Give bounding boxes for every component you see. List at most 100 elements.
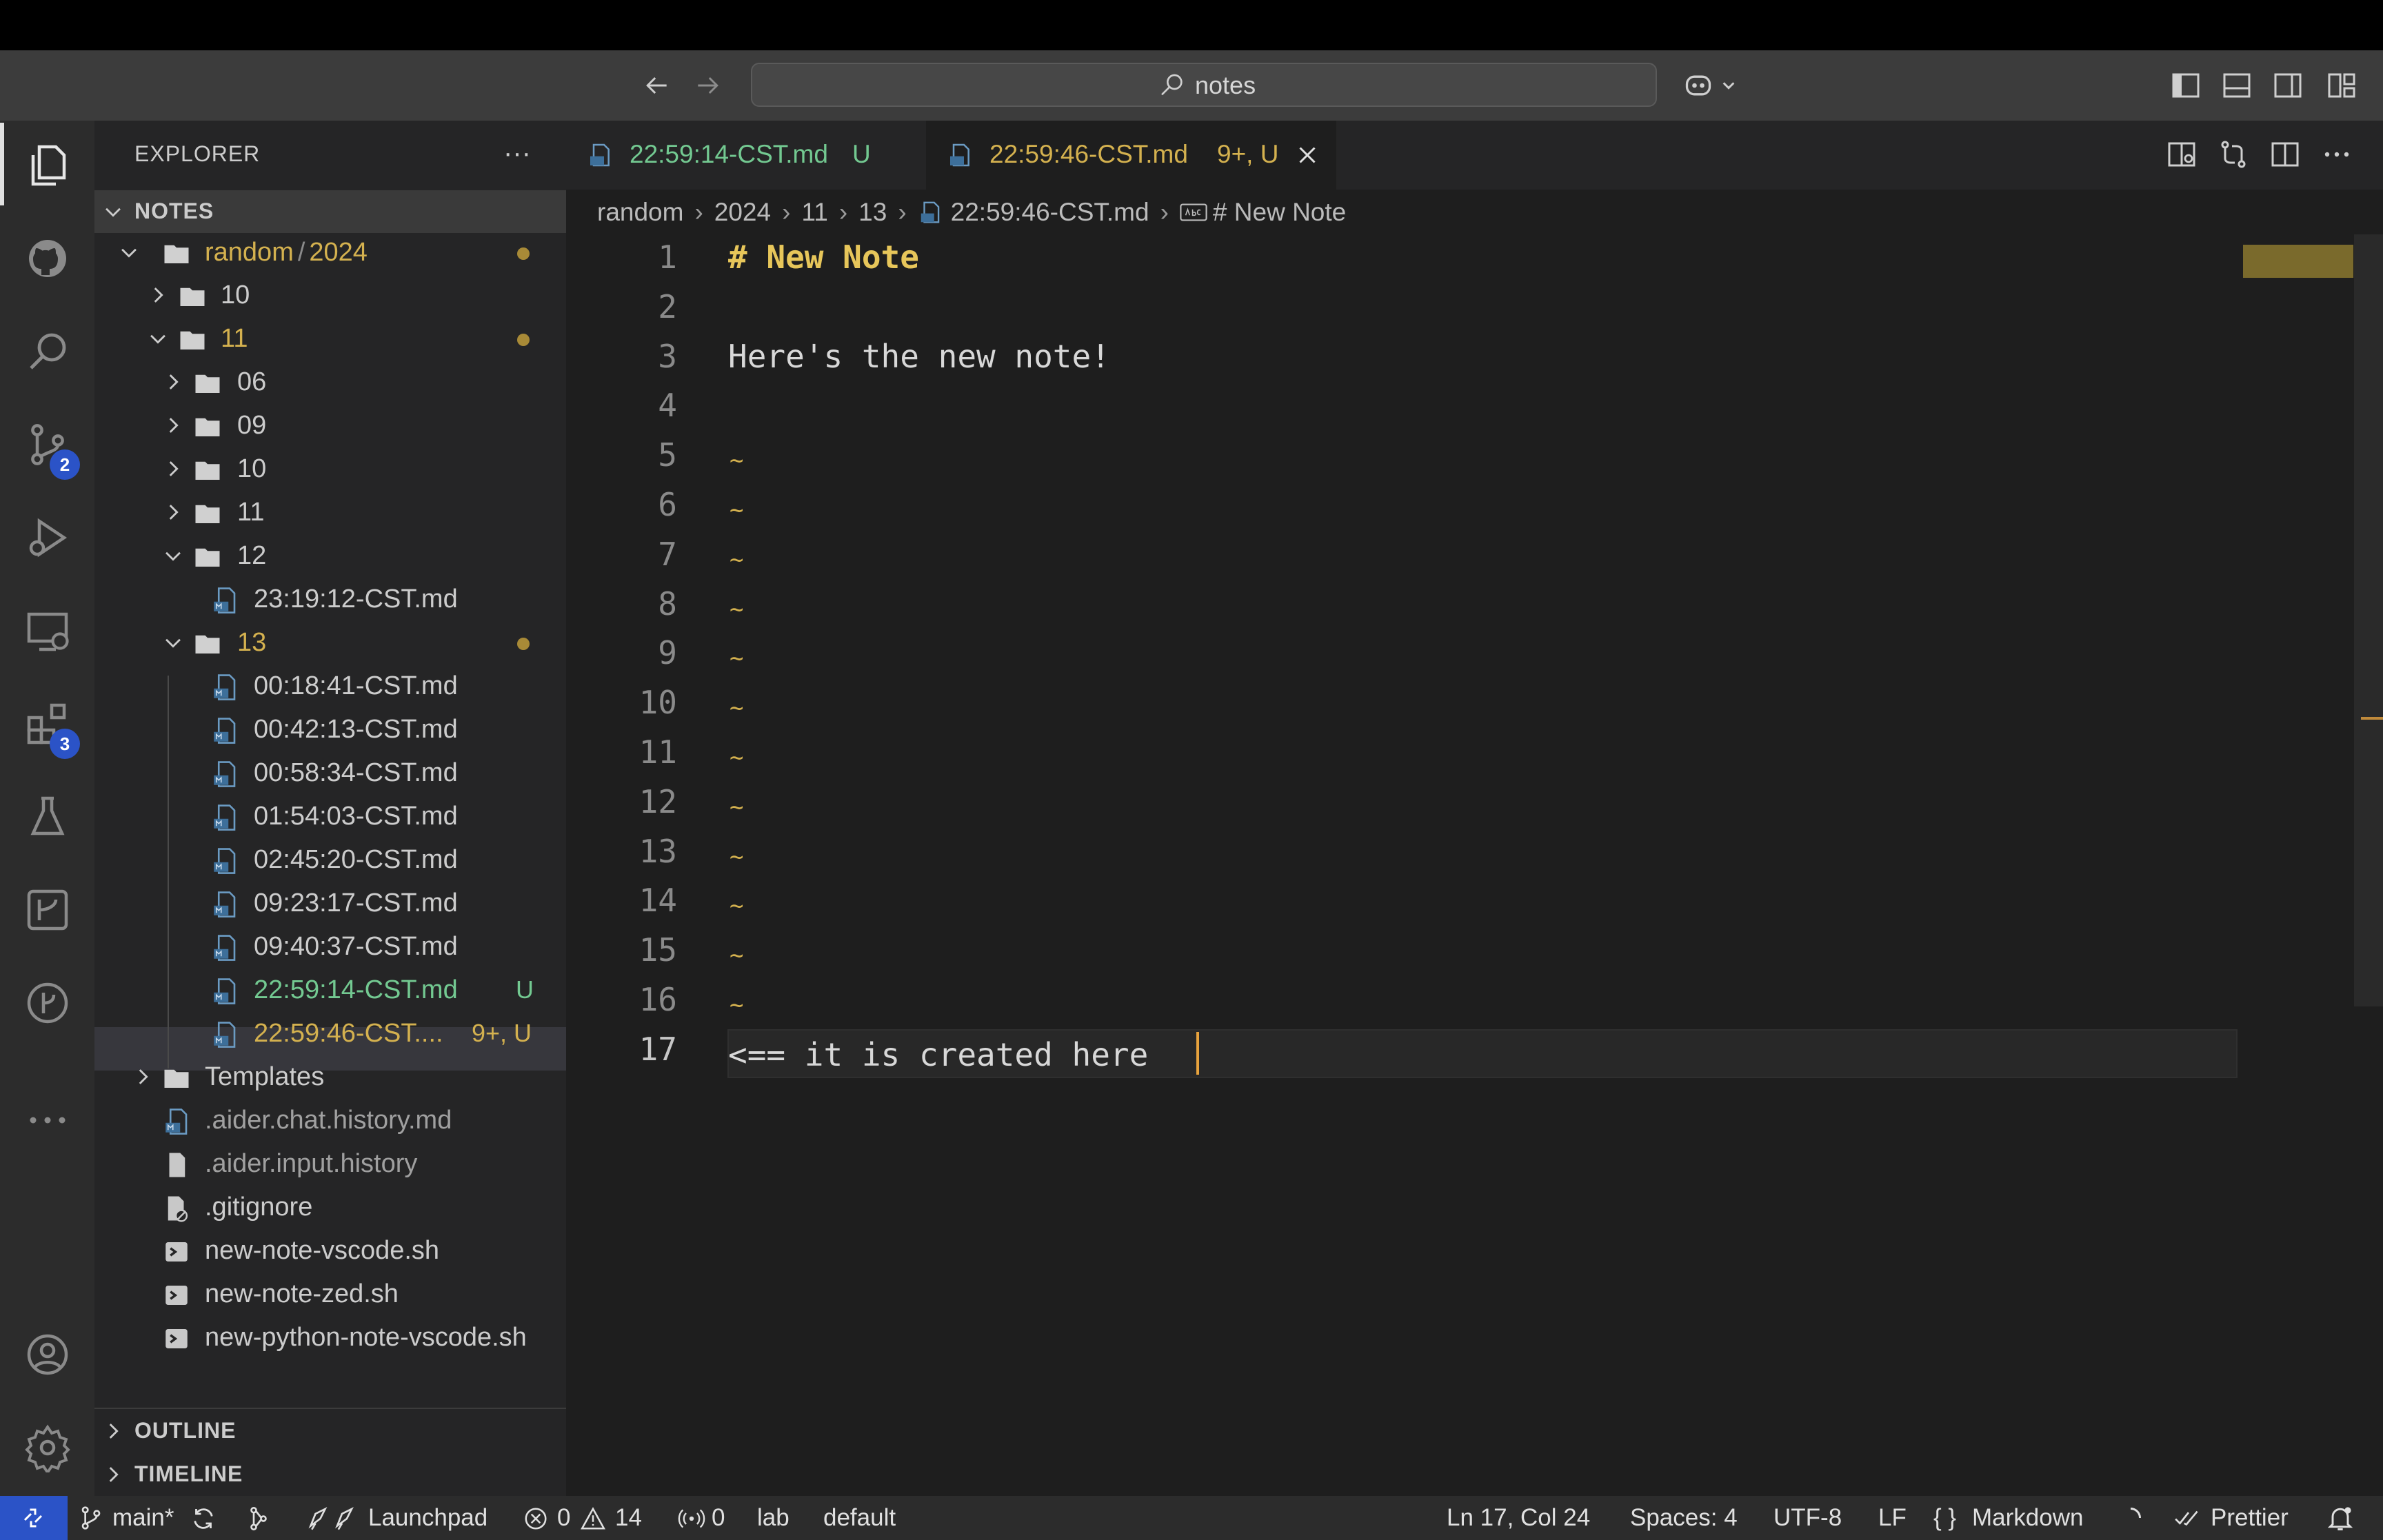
tree-item-folder-random-2024[interactable]: random/2024 [94, 231, 566, 274]
tree-item-file[interactable]: .gitignore [94, 1186, 566, 1229]
breadcrumb-item[interactable]: 22:59:46-CST.md [951, 198, 1149, 227]
tree-item-folder-10[interactable]: 10 [94, 447, 566, 491]
back-arrow-icon[interactable] [641, 70, 672, 101]
tree-item-folder-10[interactable]: 10 [94, 274, 566, 317]
branch-name[interactable]: main* [112, 1503, 174, 1533]
chevron-right-icon [169, 374, 179, 389]
tree-item-folder-11[interactable]: 11 [94, 491, 566, 534]
tree-item-file[interactable]: 09:23:17-CST.md [94, 882, 566, 925]
breadcrumb-item[interactable]: 11 [801, 198, 827, 227]
language-mode[interactable]: Markdown [1972, 1503, 2083, 1533]
tree-item-folder-12[interactable]: 12 [94, 534, 566, 578]
github-icon[interactable] [17, 227, 79, 290]
more-icon[interactable] [17, 1089, 79, 1151]
launchpad-label[interactable]: Launchpad [368, 1503, 487, 1533]
tree-item-file[interactable]: new-note-vscode.sh [94, 1229, 566, 1273]
notifications-icon[interactable] [2325, 1503, 2355, 1533]
open-preview-icon[interactable] [2165, 138, 2198, 171]
settings-icon[interactable] [17, 1417, 79, 1479]
editor-area[interactable] [566, 190, 2383, 1496]
error-count[interactable]: 0 [557, 1503, 570, 1533]
sidebar-more-icon[interactable]: ··· [503, 138, 531, 169]
outline-section-header[interactable]: OUTLINE [94, 1410, 566, 1452]
gitlens-icon[interactable] [17, 879, 79, 941]
explorer-icon[interactable] [17, 134, 79, 196]
tree-item-file[interactable]: new-note-zed.sh [94, 1273, 566, 1316]
empty-line-marker: ~ [730, 645, 744, 673]
tree-item-folder-templates[interactable]: Templates [94, 1055, 566, 1099]
encoding[interactable]: UTF-8 [1773, 1503, 1842, 1533]
warning-count[interactable]: 14 [615, 1503, 642, 1533]
testing-icon[interactable] [17, 786, 79, 848]
close-icon[interactable] [1295, 143, 1320, 168]
toggle-panel-icon[interactable] [2220, 69, 2253, 102]
indentation[interactable]: Spaces: 4 [1630, 1503, 1738, 1533]
git-graph-icon[interactable] [17, 972, 79, 1034]
cursor-position[interactable]: Ln 17, Col 24 [1447, 1503, 1590, 1533]
open-changes-icon[interactable] [2217, 138, 2250, 171]
tree-item-file[interactable]: 00:42:13-CST.md [94, 708, 566, 751]
active-indicator [0, 123, 4, 205]
sync-icon[interactable] [189, 1504, 218, 1533]
empty-line-marker: ~ [730, 694, 744, 722]
tree-item-file[interactable]: .aider.chat.history.md [94, 1099, 566, 1142]
remote-indicator[interactable] [0, 1496, 68, 1540]
tree-item-folder-11[interactable]: 11 [94, 317, 566, 361]
search-icon[interactable] [17, 321, 79, 383]
end-of-line[interactable]: LF [1878, 1503, 1907, 1533]
timeline-section-header[interactable]: TIMELINE [94, 1453, 566, 1496]
account-icon[interactable] [17, 1324, 79, 1386]
tab-22-59-46[interactable]: 22:59:46-CST.md 9+, U [926, 121, 1336, 190]
tree-item-folder-13[interactable]: 13 [94, 621, 566, 665]
run-debug-icon[interactable] [17, 507, 79, 569]
gitignore-file-icon [162, 1194, 191, 1226]
chevron-right-icon [109, 1424, 119, 1439]
tree-item-file[interactable]: 01:54:03-CST.md [94, 795, 566, 838]
notes-section-header[interactable]: NOTES [94, 190, 566, 233]
tree-item-folder-09[interactable]: 09 [94, 404, 566, 447]
tree-item-folder-06[interactable]: 06 [94, 361, 566, 404]
tree-item-file[interactable]: new-python-note-vscode.sh [94, 1316, 566, 1359]
tree-item-file[interactable]: 02:45:20-CST.md [94, 838, 566, 882]
folder-icon [193, 629, 222, 662]
empty-line-marker: ~ [730, 545, 744, 574]
prettier-label[interactable]: Prettier [2211, 1503, 2289, 1533]
tree-item-file[interactable]: .aider.input.history [94, 1142, 566, 1186]
line-number: 13 [639, 832, 677, 870]
ports-count[interactable]: 0 [712, 1503, 725, 1533]
line-number: 5 [658, 436, 677, 474]
markdown-file-icon [162, 1107, 191, 1139]
tree-item-file[interactable]: 00:18:41-CST.md [94, 665, 566, 708]
extensions-icon[interactable]: 3 [17, 693, 80, 759]
tree-item-label: 22:59:14-CST.md [254, 975, 458, 1004]
tree-item-label: 11 [237, 498, 265, 527]
git-graph-status-icon[interactable] [244, 1504, 273, 1533]
toggle-secondary-sidebar-icon[interactable] [2271, 69, 2304, 102]
tree-item-label: 23:19:12-CST.md [254, 585, 458, 614]
customize-layout-icon[interactable] [2325, 69, 2358, 102]
forward-arrow-icon[interactable] [693, 70, 723, 101]
folder-icon [178, 282, 207, 314]
editor-more-icon[interactable] [2320, 138, 2353, 171]
tab-22-59-14[interactable]: 22:59:14-CST.md U [566, 121, 926, 190]
toggle-primary-sidebar-icon[interactable] [2169, 69, 2202, 102]
tree-item-file[interactable]: 23:19:12-CST.md [94, 578, 566, 621]
tree-item-file[interactable]: 09:40:37-CST.md [94, 925, 566, 969]
minimap-slider[interactable] [2243, 245, 2353, 278]
tree-item-file-active[interactable]: 22:59:46-CST.... 9+, U [94, 1012, 566, 1055]
copilot-icon[interactable] [1682, 70, 1744, 101]
profile-label[interactable]: default [823, 1503, 896, 1533]
tree-item-file[interactable]: 00:58:34-CST.md [94, 751, 566, 795]
breadcrumb-item[interactable]: # New Note [1213, 198, 1346, 227]
split-editor-icon[interactable] [2269, 138, 2302, 171]
tree-item-file[interactable]: 22:59:14-CST.md U [94, 969, 566, 1012]
breadcrumb-item[interactable]: 2024 [714, 198, 771, 227]
warning-icon [581, 1507, 605, 1530]
breadcrumb-item[interactable]: 13 [858, 198, 887, 227]
remote-explorer-icon[interactable] [17, 600, 79, 662]
vertical-scrollbar[interactable] [2354, 234, 2383, 1006]
lab-label[interactable]: lab [757, 1503, 790, 1533]
breadcrumb-item[interactable]: random [597, 198, 683, 227]
source-control-icon[interactable]: 2 [17, 414, 80, 480]
folder-icon [178, 325, 207, 358]
